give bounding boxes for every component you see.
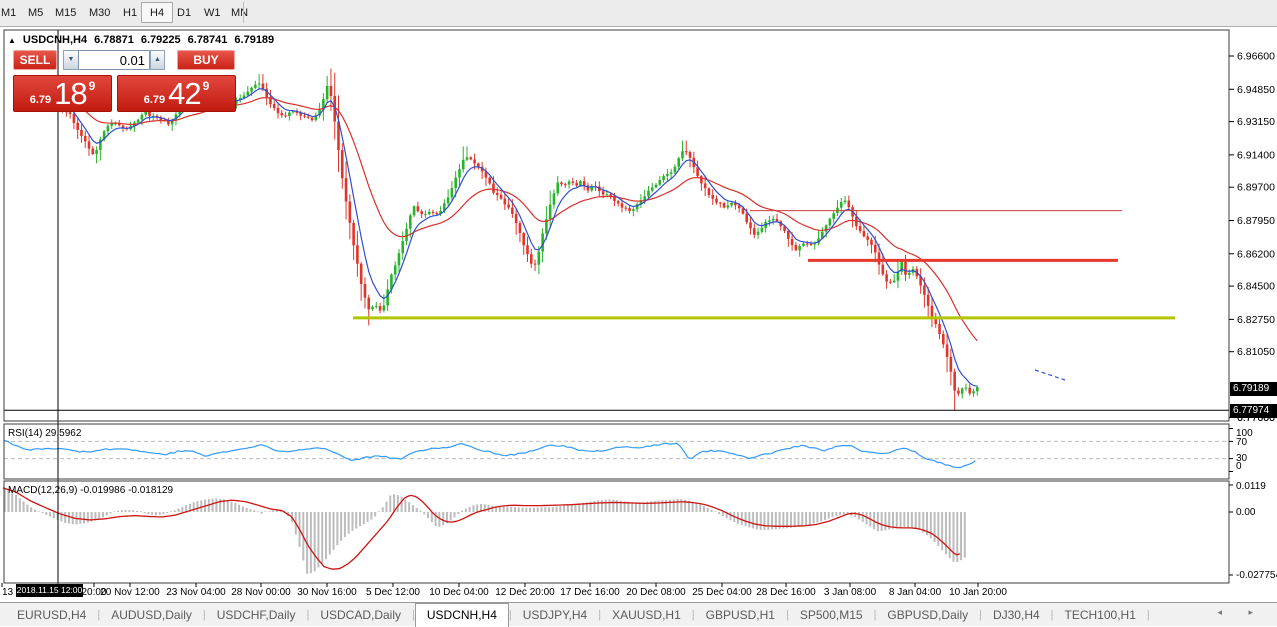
level-lines (353, 211, 1175, 318)
price-axis-label: 6.96600 (1237, 51, 1275, 63)
time-axis-label: 20 Nov 12:00 (100, 587, 160, 598)
pane-borders (4, 30, 1229, 583)
price-axis-label: 6.94850 (1237, 84, 1275, 96)
macd-indicator-label: MACD(12,26,9) -0.019986 -0.018129 (8, 485, 173, 496)
time-axis-label: 8 Jan 04:00 (889, 587, 942, 598)
volume-decrease-button[interactable]: ▼ (63, 50, 78, 70)
time-axis-label: 28 Nov 00:00 (231, 587, 291, 598)
time-axis-label: 10 Dec 04:00 (429, 587, 489, 598)
chart-area[interactable]: 6.96600 6.94850 6.93150 6.91400 6.89700 6.879… (0, 27, 1277, 602)
rsi-axis-label: 70 (1236, 437, 1248, 448)
time-axis-label: 25 Dec 04:00 (692, 587, 752, 598)
tab-usdjpy-h4[interactable]: USDJPY,H4 (512, 604, 598, 626)
buy-price-prefix: 6.79 (144, 94, 165, 106)
tab-scroll-arrows[interactable]: ◂ ▸ (1217, 607, 1265, 618)
time-axis-label: 28 Dec 16:00 (756, 587, 816, 598)
tab-gbpusd-h1[interactable]: GBPUSD,H1 (695, 604, 786, 626)
indicator-axis: 100703000.01190.00-0.027754 (1229, 428, 1277, 581)
tab-audusd-daily[interactable]: AUDUSD,Daily (100, 604, 203, 626)
price-axis-label: 6.84500 (1237, 281, 1275, 293)
time-axis: 13 N20:0020 Nov 12:0023 Nov 04:0028 Nov … (2, 583, 1007, 598)
macd-axis-label: -0.027754 (1236, 570, 1277, 581)
tab-usdcad-daily[interactable]: USDCAD,Daily (309, 604, 412, 626)
time-axis-label: 12 Dec 20:00 (495, 587, 555, 598)
ohlc-high: 6.79225 (141, 34, 181, 46)
price-axis-label: 6.82750 (1237, 314, 1275, 326)
tab-usdchf-daily[interactable]: USDCHF,Daily (206, 604, 307, 626)
price-axis-label: 6.86200 (1237, 248, 1275, 260)
rsi-axis-label: 0 (1236, 461, 1242, 472)
ohlc-open: 6.78871 (94, 34, 134, 46)
crosshair-time-tag: 2018.11.15 12:00 (16, 584, 83, 597)
candles (54, 69, 979, 411)
rsi-pane (4, 440, 1229, 467)
macd-pane (3, 488, 965, 574)
sell-price-big: 18 (54, 76, 86, 112)
tab-tech100-h1[interactable]: TECH100,H1 (1054, 604, 1147, 626)
tab-gbpusd-daily[interactable]: GBPUSD,Daily (876, 604, 979, 626)
one-click-trading-panel: SELL ▼ ▲ BUY 6.79 18 9 6.79 42 9 (13, 50, 237, 112)
price-axis-label: 6.89700 (1237, 182, 1275, 194)
tab-xauusd-h1[interactable]: XAUUSD,H1 (601, 604, 692, 626)
price-chart-svg[interactable]: 6.96600 6.94850 6.93150 6.91400 6.89700 6.879… (0, 27, 1277, 602)
sell-button[interactable]: SELL (13, 50, 57, 70)
sell-price-button[interactable]: 6.79 18 9 (13, 75, 112, 112)
tab-sp500-m15[interactable]: SP500,M15 (789, 604, 874, 626)
tab-separator: | (1147, 609, 1150, 621)
tab-eurusd-h4[interactable]: EURUSD,H4 (6, 604, 97, 626)
buy-price-pip: 9 (203, 79, 210, 93)
time-axis-label: 10 Jan 20:00 (949, 587, 1007, 598)
crosshair-price-tag: 6.77974 (1230, 404, 1277, 418)
buy-button[interactable]: BUY (177, 50, 235, 70)
volume-increase-button[interactable]: ▲ (150, 50, 165, 70)
time-axis-label: 17 Dec 16:00 (560, 587, 620, 598)
price-axis-label: 6.81050 (1237, 346, 1275, 358)
ohlc-low: 6.78741 (188, 34, 228, 46)
collapse-arrow-icon[interactable]: ▲ (8, 36, 16, 45)
macd-axis-label: 0.0119 (1236, 481, 1266, 492)
ohlc-close: 6.79189 (234, 34, 274, 46)
timeframe-toolbar: M1M5M15M30H1H4D1W1MN (0, 0, 1277, 27)
price-axis-label: 6.87950 (1237, 215, 1275, 227)
chart-symbol-label: USDCNH,H4 (23, 34, 87, 46)
chart-title: ▲ USDCNH,H4 6.78871 6.79225 6.78741 6.79… (8, 34, 274, 46)
chart-tabs-bar: EURUSD,H4|AUDUSD,Daily|USDCHF,Daily|USDC… (0, 602, 1277, 626)
current-price-tag: 6.79189 (1230, 382, 1277, 396)
price-axis-label: 6.93150 (1237, 116, 1275, 128)
time-axis-label: 20 Dec 08:00 (626, 587, 686, 598)
tab-dj30-h4[interactable]: DJ30,H4 (982, 604, 1051, 626)
rsi-indicator-label: RSI(14) 29.5962 (8, 428, 81, 439)
time-axis-label: 30 Nov 16:00 (297, 587, 357, 598)
time-axis-label: 5 Dec 12:00 (366, 587, 420, 598)
macd-axis-label: 0.00 (1236, 507, 1256, 518)
buy-price-big: 42 (168, 76, 200, 112)
volume-input[interactable] (78, 50, 150, 70)
time-axis-label: 23 Nov 04:00 (166, 587, 226, 598)
price-axis-label: 6.91400 (1237, 149, 1275, 161)
price-axis: 6.96600 6.94850 6.93150 6.91400 6.89700 6.879… (1229, 51, 1275, 424)
stray-ma-segment (1035, 370, 1065, 380)
sell-price-pip: 9 (89, 79, 96, 93)
time-axis-label: 3 Jan 08:00 (824, 587, 877, 598)
buy-price-button[interactable]: 6.79 42 9 (117, 75, 236, 112)
tab-usdcnh-h4[interactable]: USDCNH,H4 (415, 603, 509, 627)
ma-fast-line (55, 89, 977, 386)
timeframe-button-mn[interactable]: MN (222, 2, 257, 23)
toolbar-separator (243, 2, 244, 23)
sell-price-prefix: 6.79 (30, 94, 51, 106)
